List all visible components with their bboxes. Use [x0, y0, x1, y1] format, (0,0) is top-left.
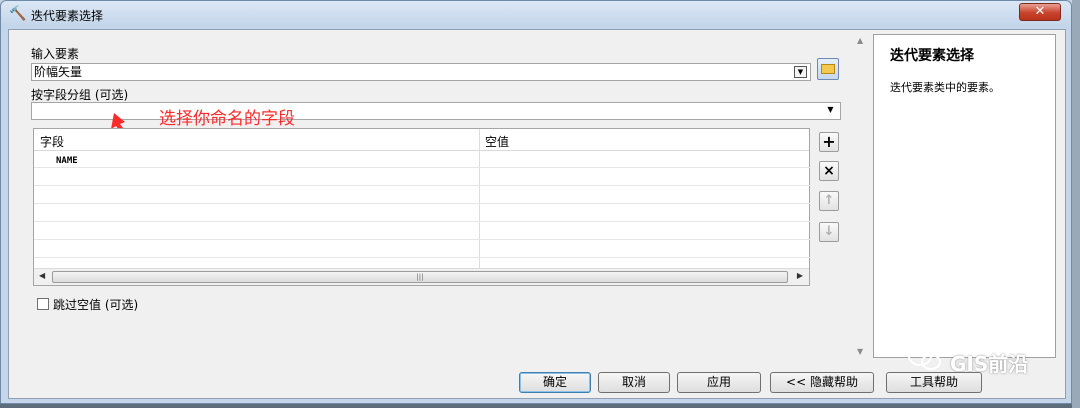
vertical-scrollbar[interactable]: ▲ ▼: [854, 34, 870, 358]
background-edge: [1072, 0, 1080, 408]
apply-button[interactable]: 应用: [677, 372, 761, 393]
skip-null-label: 跳过空值 (可选): [53, 298, 139, 312]
folder-icon: [821, 64, 835, 74]
row-divider: [34, 221, 810, 222]
table-header: 字段 空值: [34, 129, 809, 151]
horizontal-scrollbar[interactable]: ◀ ||| ▶: [34, 268, 809, 285]
dropdown-arrow-icon[interactable]: ▼: [824, 105, 837, 117]
hide-help-button[interactable]: << 隐藏帮助: [770, 372, 874, 393]
row-divider: [34, 203, 810, 204]
move-down-button[interactable]: ↓: [819, 222, 839, 242]
help-title: 迭代要素选择: [890, 48, 974, 64]
dropdown-arrow-icon[interactable]: ▼: [794, 66, 807, 78]
close-button[interactable]: ✕: [1019, 3, 1061, 21]
move-up-button[interactable]: ↑: [819, 191, 839, 211]
scroll-thumb[interactable]: |||: [52, 271, 788, 283]
column-header-null[interactable]: 空值: [485, 133, 509, 150]
hammer-icon: 🔨: [9, 6, 27, 22]
input-features-value: 阶幅矢量: [34, 65, 83, 79]
field-table: 字段 空值 NAME ◀ ||| ▶: [33, 128, 810, 286]
group-by-field-label: 按字段分组 (可选): [31, 88, 129, 102]
column-header-field[interactable]: 字段: [40, 133, 64, 150]
add-row-button[interactable]: +: [819, 132, 839, 152]
browse-button[interactable]: [817, 58, 839, 80]
input-features-combo[interactable]: 阶幅矢量 ▼: [31, 63, 811, 81]
row-divider: [34, 239, 810, 240]
ok-button[interactable]: 确定: [519, 372, 591, 393]
scroll-up-icon[interactable]: ▲: [857, 36, 863, 45]
delete-row-button[interactable]: ×: [819, 161, 839, 181]
cancel-button[interactable]: 取消: [598, 372, 670, 393]
input-features-label: 输入要素: [31, 47, 80, 61]
skip-null-checkbox[interactable]: [37, 298, 49, 310]
row-divider: [34, 257, 810, 258]
watermark-text: GIS前沿: [950, 352, 1029, 376]
table-cell-field[interactable]: NAME: [56, 156, 78, 166]
column-divider: [479, 129, 480, 269]
parameters-pane: 输入要素 阶幅矢量 ▼ 按字段分组 (可选) ▼ 选择你命名的字段 字段 空值: [9, 30, 851, 360]
row-divider: [34, 185, 810, 186]
wechat-logo-icon: [908, 346, 941, 370]
help-body: 迭代要素类中的要素。: [890, 81, 1000, 94]
scroll-right-icon[interactable]: ▶: [797, 271, 803, 280]
title-bar[interactable]: 🔨 迭代要素选择 ✕: [1, 1, 1071, 27]
help-pane: 迭代要素选择 迭代要素类中的要素。: [873, 34, 1056, 358]
scroll-down-icon[interactable]: ▼: [857, 347, 863, 356]
row-divider: [34, 167, 810, 168]
scroll-left-icon[interactable]: ◀: [39, 271, 45, 280]
window-title: 迭代要素选择: [31, 9, 104, 23]
annotation-text: 选择你命名的字段: [159, 109, 295, 129]
